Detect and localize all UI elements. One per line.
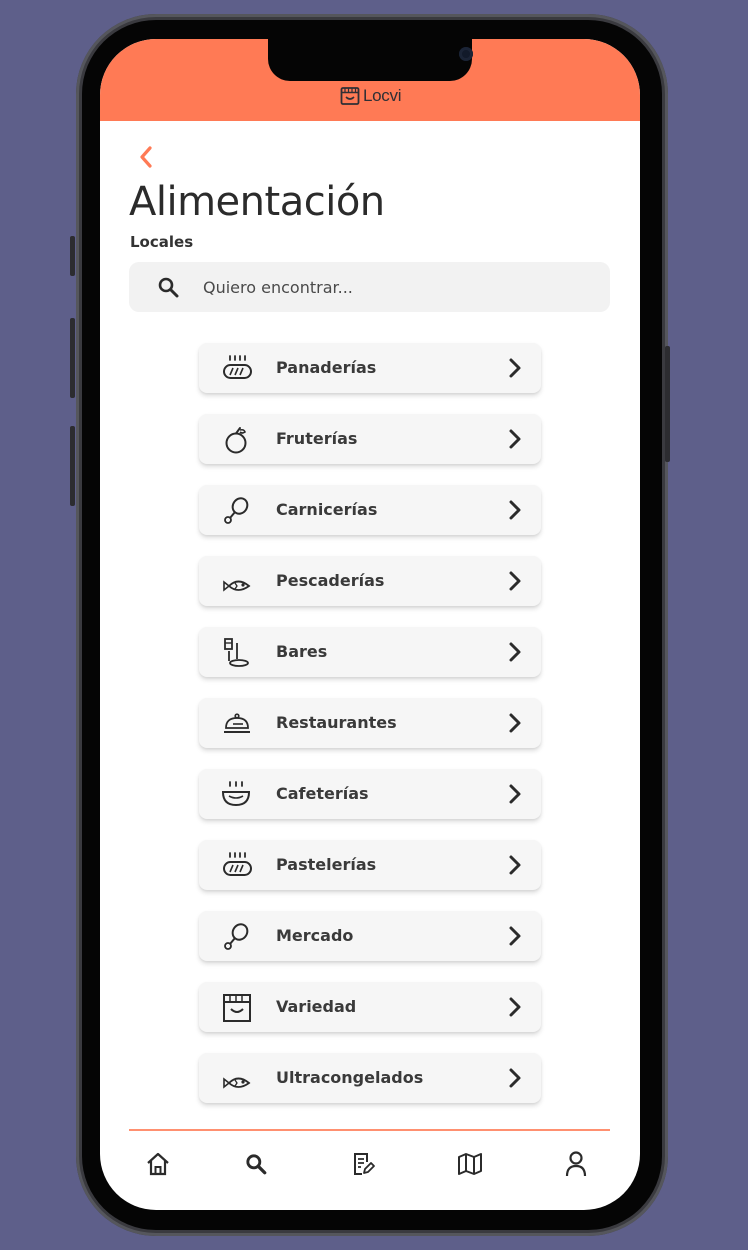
bottom-nav xyxy=(100,1147,640,1181)
mute-switch xyxy=(70,236,75,276)
search-bar[interactable] xyxy=(129,262,610,312)
bowl-icon xyxy=(221,781,251,807)
category-label: Pescaderías xyxy=(276,571,385,590)
search-icon xyxy=(246,1154,267,1175)
app-screen: Locvi Alimentación Locales Panaderías xyxy=(100,39,640,1210)
category-item-cafeterias[interactable]: Cafeterías xyxy=(199,769,541,819)
category-label: Mercado xyxy=(276,926,354,945)
category-item-carnicerias[interactable]: Carnicerías xyxy=(199,485,541,535)
category-label: Carnicerías xyxy=(276,500,378,519)
chevron-right-icon xyxy=(509,1068,521,1088)
category-item-pescaderias[interactable]: Pescaderías xyxy=(199,556,541,606)
shop-icon xyxy=(223,994,251,1022)
brand-logo: Locvi xyxy=(340,85,401,107)
apple-icon xyxy=(225,427,247,454)
chevron-right-icon xyxy=(509,642,521,662)
nav-search-button[interactable] xyxy=(239,1147,273,1181)
shop-icon xyxy=(340,87,360,105)
page-subtitle: Locales xyxy=(130,233,194,251)
category-item-mercado[interactable]: Mercado xyxy=(199,911,541,961)
category-label: Restaurantes xyxy=(276,713,397,732)
category-item-bares[interactable]: Bares xyxy=(199,627,541,677)
chevron-left-icon xyxy=(140,146,152,168)
fish-icon xyxy=(223,1077,251,1089)
category-label: Panaderías xyxy=(276,358,377,377)
page-title: Alimentación xyxy=(129,179,385,225)
power-button xyxy=(665,346,670,462)
chevron-right-icon xyxy=(509,500,521,520)
home-icon xyxy=(147,1152,169,1176)
chevron-right-icon xyxy=(509,358,521,378)
chevron-right-icon xyxy=(509,784,521,804)
bread-icon xyxy=(223,355,252,379)
nav-notes-button[interactable] xyxy=(346,1147,380,1181)
edit-document-icon xyxy=(354,1153,375,1175)
front-camera xyxy=(459,47,473,61)
category-label: Bares xyxy=(276,642,328,661)
category-label: Ultracongelados xyxy=(276,1068,424,1087)
category-item-fruterias[interactable]: Fruterías xyxy=(199,414,541,464)
category-item-ultracongelados[interactable]: Ultracongelados xyxy=(199,1053,541,1103)
drumstick-icon xyxy=(224,923,249,950)
bottom-nav-divider xyxy=(129,1129,610,1131)
chevron-right-icon xyxy=(509,997,521,1017)
chevron-right-icon xyxy=(509,571,521,591)
cloche-icon xyxy=(224,713,250,733)
category-item-pastelerias[interactable]: Pastelerías xyxy=(199,840,541,890)
search-input[interactable] xyxy=(203,262,583,312)
category-label: Pastelerías xyxy=(276,855,377,874)
volume-down-button xyxy=(70,426,75,506)
chevron-right-icon xyxy=(509,429,521,449)
category-label: Cafeterías xyxy=(276,784,369,803)
drumstick-icon xyxy=(224,497,249,524)
search-icon xyxy=(158,277,179,298)
chevron-right-icon xyxy=(509,855,521,875)
user-icon xyxy=(565,1151,587,1177)
chevron-right-icon xyxy=(509,713,521,733)
chevron-right-icon xyxy=(509,926,521,946)
category-item-variedad[interactable]: Variedad xyxy=(199,982,541,1032)
map-icon xyxy=(458,1153,482,1175)
nav-home-button[interactable] xyxy=(141,1147,175,1181)
nav-profile-button[interactable] xyxy=(559,1147,593,1181)
category-item-restaurantes[interactable]: Restaurantes xyxy=(199,698,541,748)
category-label: Variedad xyxy=(276,997,357,1016)
bread-icon xyxy=(223,852,252,876)
brand-name: Locvi xyxy=(363,86,402,105)
fish-icon xyxy=(223,580,251,592)
drinks-icon xyxy=(224,638,249,667)
category-item-panaderias[interactable]: Panaderías xyxy=(199,343,541,393)
category-label: Fruterías xyxy=(276,429,358,448)
nav-map-button[interactable] xyxy=(453,1147,487,1181)
notch xyxy=(268,39,473,81)
back-button[interactable] xyxy=(134,143,158,171)
volume-up-button xyxy=(70,318,75,398)
